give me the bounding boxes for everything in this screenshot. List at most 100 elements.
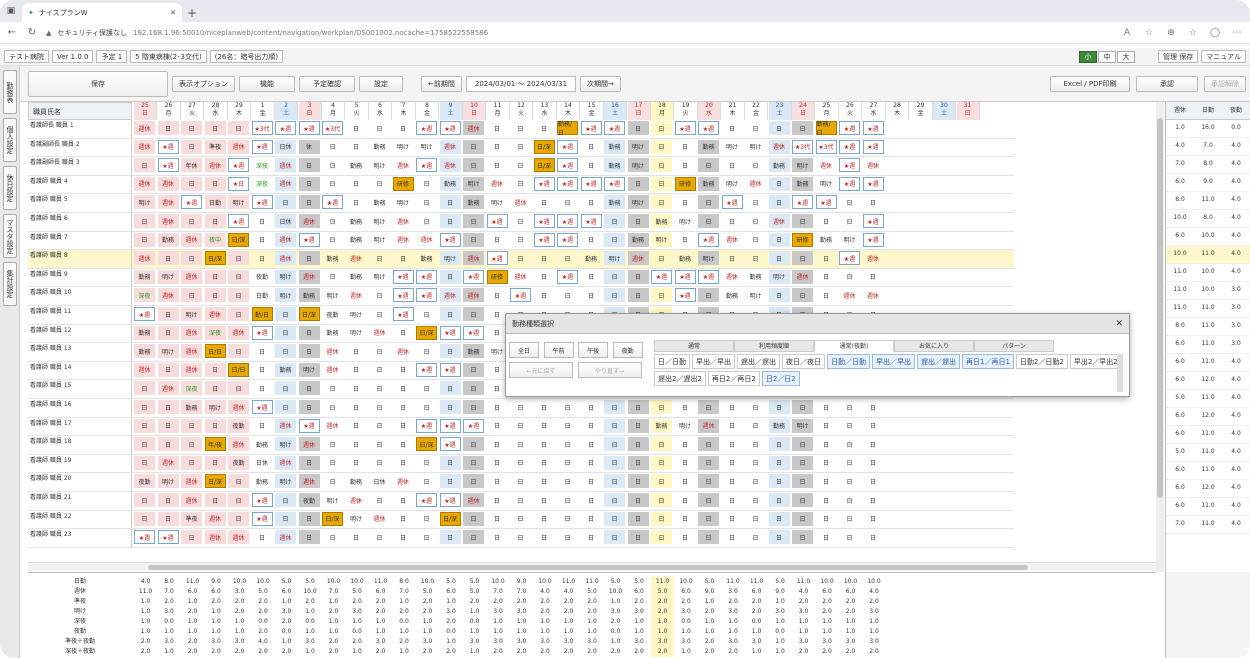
shift-cell[interactable]: ★週 bbox=[392, 307, 414, 321]
shift-cell[interactable]: ★週 bbox=[416, 493, 437, 507]
shift-cell[interactable]: 週休 bbox=[322, 363, 343, 377]
shift-cell[interactable]: ★週 bbox=[275, 121, 296, 135]
shift-cell[interactable]: 日 bbox=[181, 288, 202, 303]
shift-cell[interactable]: 日 bbox=[816, 493, 837, 507]
shift-cell[interactable]: 明け bbox=[416, 140, 437, 154]
shift-cell[interactable]: 勤務 bbox=[792, 176, 813, 191]
shift-cell[interactable]: 日 bbox=[393, 530, 414, 544]
shift-cell[interactable]: 日 bbox=[134, 232, 155, 247]
horizontal-scrollbar[interactable] bbox=[28, 562, 1156, 571]
shift-cell[interactable]: 週休 bbox=[863, 288, 884, 302]
staff-row[interactable]: 看護師 職員 18 日日日年/夜 週休 勤務 明け 週休日日日日日/深 ★週日日日日日日日日… bbox=[28, 436, 1014, 455]
vtab-schedule[interactable]: 勤務表 bbox=[3, 70, 17, 114]
staff-row[interactable]: 看護師 職員 4 週休 週休日日 ★日 深夜 週休日日日日研修日勤務 明け 週休日 ★週 ★週 ★週… bbox=[28, 175, 1014, 195]
shift-cell[interactable]: 日 bbox=[510, 437, 531, 451]
shift-cell[interactable]: 日 bbox=[134, 400, 155, 414]
day-header[interactable]: 16 土 bbox=[604, 102, 627, 120]
shift-cell[interactable]: 日 bbox=[322, 270, 343, 284]
shift-cell[interactable]: 日 bbox=[557, 456, 578, 470]
shift-cell[interactable]: ★週 bbox=[463, 269, 484, 284]
shift-cell[interactable]: 日 bbox=[792, 400, 813, 414]
shift-cell[interactable]: 勤務 bbox=[816, 233, 837, 247]
shift-cell[interactable]: ★週 bbox=[557, 139, 578, 154]
shift-cell[interactable]: 日 bbox=[698, 214, 719, 228]
shift-cell[interactable]: 日 bbox=[369, 363, 390, 377]
shift-cell[interactable]: ★週 bbox=[157, 139, 179, 154]
shift-cell[interactable]: 日 bbox=[157, 418, 179, 433]
shift-cell[interactable]: 日 bbox=[863, 437, 884, 451]
shift-cell[interactable]: 日 bbox=[745, 437, 766, 451]
shift-cell[interactable]: 日 bbox=[510, 530, 531, 544]
shift-cell[interactable]: 日 bbox=[581, 195, 602, 209]
shift-cell[interactable]: 勤務 bbox=[157, 232, 179, 247]
shift-cell[interactable]: 日 bbox=[581, 493, 602, 507]
shift-cell[interactable]: 明け bbox=[369, 158, 390, 172]
shift-cell[interactable]: 日 bbox=[581, 288, 602, 302]
shift-cell[interactable]: ★週 bbox=[839, 139, 860, 154]
shift-cell[interactable]: 日 bbox=[651, 121, 672, 135]
shift-cell[interactable]: 日 bbox=[181, 176, 202, 191]
shift-cell[interactable]: 勤務 bbox=[416, 251, 437, 265]
shift-cell[interactable]: ★週 bbox=[698, 121, 719, 135]
day-header[interactable]: 17 日 bbox=[627, 102, 651, 120]
shift-cell[interactable]: 日 bbox=[604, 455, 625, 470]
shift-cell[interactable]: 週休 bbox=[275, 176, 296, 191]
day-header[interactable]: 9 土 bbox=[439, 102, 463, 120]
shift-cell[interactable]: 日/深 bbox=[416, 325, 437, 340]
prev-period-button[interactable]: ←前期間 bbox=[421, 75, 462, 92]
shift-cell[interactable]: 日 bbox=[298, 381, 320, 396]
shift-cell[interactable]: 日 bbox=[322, 400, 343, 414]
shift-cell[interactable]: 日 bbox=[768, 232, 790, 247]
shift-cell[interactable]: 日 bbox=[487, 233, 508, 247]
shift-cell[interactable]: 週休 bbox=[346, 493, 367, 507]
shift-cell[interactable]: 日 bbox=[416, 456, 437, 470]
shift-cell[interactable]: 日 bbox=[487, 140, 508, 154]
shift-cell[interactable]: 明け bbox=[745, 288, 766, 302]
shift-cell[interactable]: 週休 bbox=[134, 176, 155, 191]
shift-cell[interactable]: 日 bbox=[745, 474, 766, 488]
shift-cell[interactable]: 日 bbox=[487, 456, 508, 470]
shift-cell[interactable]: 日 bbox=[863, 419, 884, 433]
shift-cell[interactable]: 日 bbox=[768, 195, 790, 210]
shift-cell[interactable]: 日 bbox=[252, 214, 273, 228]
day-header[interactable]: 10 日 bbox=[463, 102, 486, 120]
shift-cell[interactable]: ★週 bbox=[557, 158, 578, 173]
day-header[interactable]: 12 火 bbox=[510, 102, 533, 120]
shift-cell[interactable]: 研修 bbox=[792, 232, 813, 247]
shift-cell[interactable]: 日 bbox=[204, 381, 226, 396]
shift-cell[interactable]: 日/深 bbox=[533, 158, 555, 173]
shift-cell[interactable]: 日 bbox=[463, 455, 484, 470]
read-aloud-icon[interactable]: A bbox=[1120, 28, 1134, 38]
shift-cell[interactable]: 勤務 bbox=[346, 233, 367, 247]
shift-cell[interactable]: 日 bbox=[557, 474, 578, 488]
shift-cell[interactable]: ★週 bbox=[251, 139, 273, 154]
shift-cell[interactable]: 勤務 bbox=[651, 214, 672, 228]
shift-cell[interactable]: 日 bbox=[604, 400, 625, 414]
shift-cell[interactable]: ★週 bbox=[557, 269, 578, 284]
shift-cell[interactable]: 日 bbox=[463, 400, 484, 414]
shift-cell[interactable]: 日 bbox=[252, 344, 273, 358]
shift-cell[interactable]: ★週 bbox=[416, 362, 437, 377]
shift-cell[interactable]: 明け bbox=[627, 158, 649, 173]
shift-cell[interactable]: 週休 bbox=[157, 381, 179, 396]
shift-cell[interactable]: 週休 bbox=[768, 214, 790, 228]
shift-cell[interactable]: 日 bbox=[181, 121, 202, 135]
shift-cell[interactable]: 日 bbox=[722, 474, 743, 488]
shift-cell[interactable]: 週休 bbox=[439, 139, 461, 154]
shift-cell[interactable]: 日 bbox=[157, 400, 179, 414]
shift-cell[interactable]: ★週 bbox=[651, 269, 672, 284]
shift-cell[interactable]: 夜勤 bbox=[252, 270, 273, 284]
shift-cell[interactable]: 週休 bbox=[369, 326, 390, 340]
shift-cell[interactable]: 日 bbox=[487, 437, 508, 451]
shift-cell[interactable]: 日/深 bbox=[204, 474, 226, 489]
shift-cell[interactable]: 研修 bbox=[674, 176, 696, 191]
shift-cell[interactable]: 日 bbox=[228, 474, 249, 489]
shift-cell[interactable]: 日 bbox=[839, 400, 860, 414]
shift-cell[interactable]: 勤務 bbox=[346, 474, 367, 488]
shift-cell[interactable]: ★週 bbox=[251, 511, 273, 526]
shift-cell[interactable]: 日 bbox=[675, 233, 696, 247]
size-small-button[interactable]: 小 bbox=[1078, 50, 1097, 63]
shift-cell[interactable]: 日 bbox=[439, 307, 461, 321]
close-icon[interactable]: ✕ bbox=[1115, 319, 1123, 329]
shift-type-item[interactable]: 日勤／日勤 bbox=[827, 354, 870, 369]
